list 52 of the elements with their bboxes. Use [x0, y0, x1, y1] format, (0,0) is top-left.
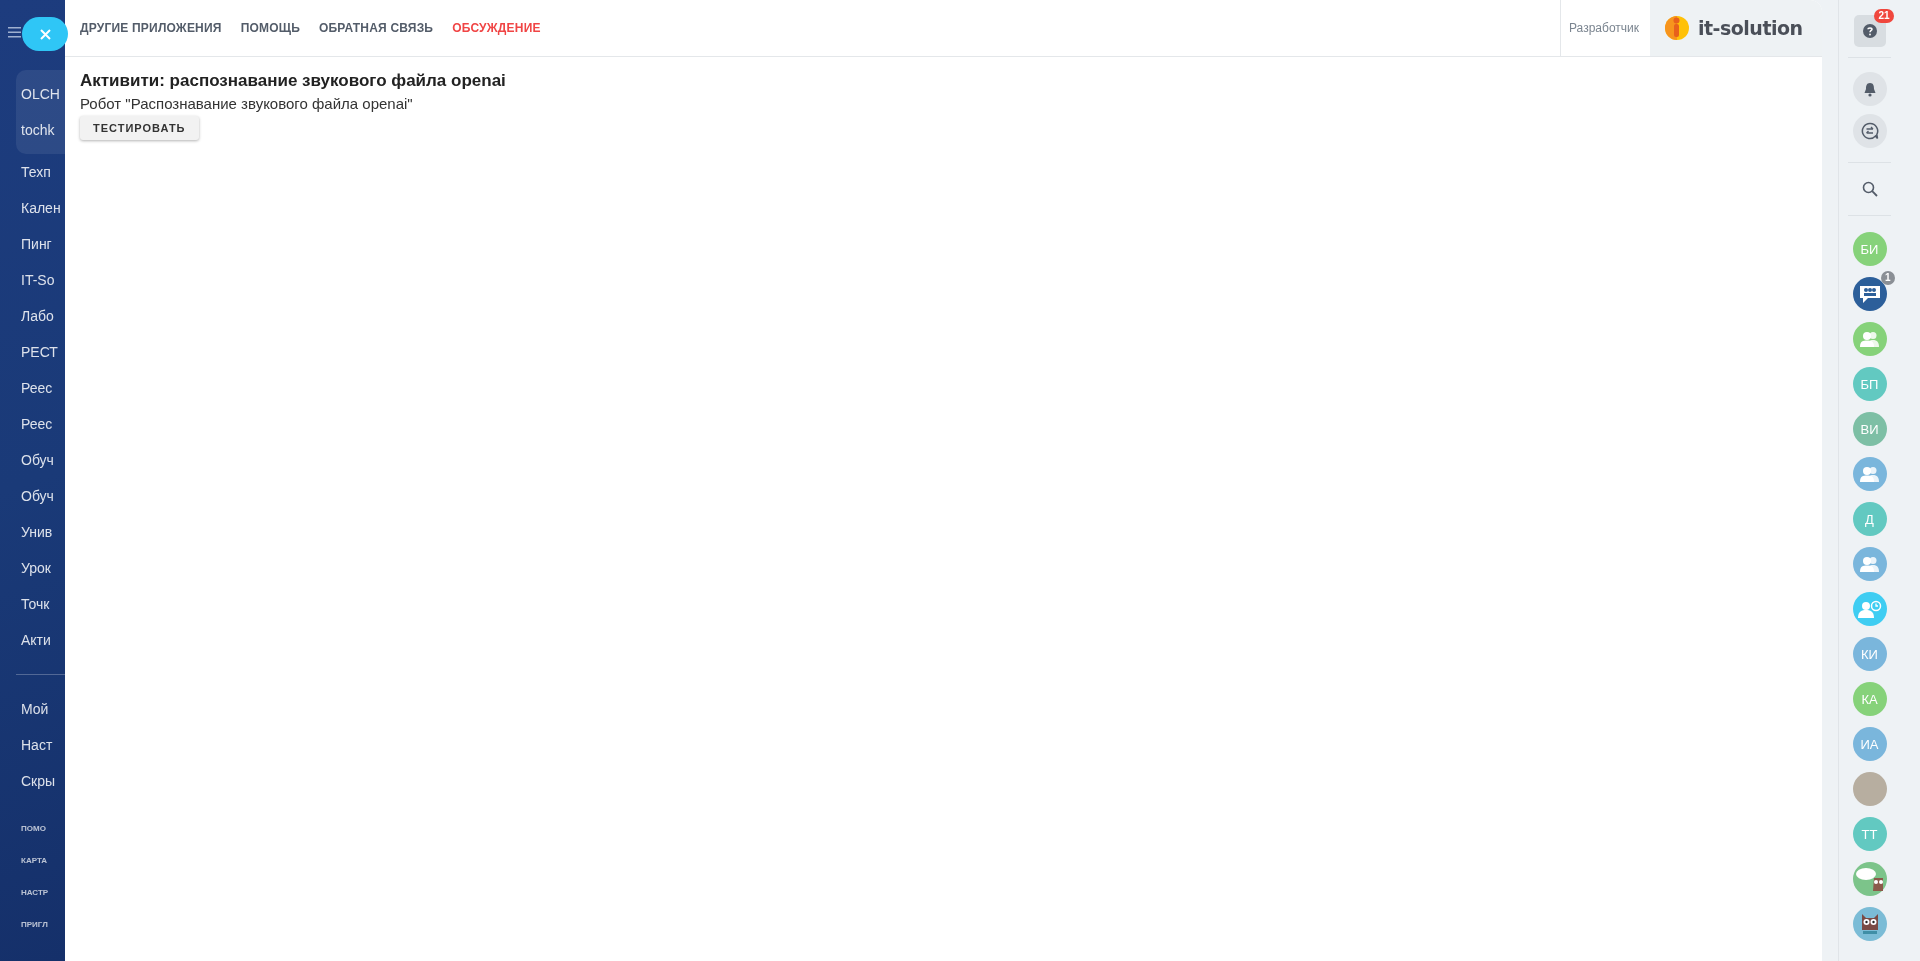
menu-item[interactable]: Унив: [0, 514, 65, 550]
menu-item[interactable]: Пинг: [0, 226, 65, 262]
menu-item[interactable]: Обуч: [0, 442, 65, 478]
menu-item[interactable]: Лабо: [0, 298, 65, 334]
menu-item[interactable]: Реес: [0, 370, 65, 406]
chat-people-icon: [1857, 284, 1882, 304]
test-button[interactable]: ТЕСТИРОВАТЬ: [80, 116, 199, 140]
menu-item[interactable]: Урок: [0, 550, 65, 586]
owl-speech-bubble-icon: [1854, 866, 1885, 892]
help-icon: [1862, 24, 1877, 38]
menu-item[interactable]: Скры: [0, 763, 65, 799]
menu-icon[interactable]: [8, 27, 21, 38]
top-menu-link[interactable]: ОБРАТНАЯ СВЯЗЬ: [319, 21, 434, 35]
menu-item[interactable]: Точк: [0, 586, 65, 622]
menu-item[interactable]: Обуч: [0, 478, 65, 514]
page-subtitle: Робот "Распознавание звукового файла openai": [80, 95, 414, 112]
page-title: Активити: распознавание звукового файла openai: [80, 71, 507, 91]
footer-link[interactable]: ПОМО: [0, 813, 65, 845]
footer-link[interactable]: ПРИГЛ: [0, 909, 65, 941]
contact-avatar[interactable]: [1852, 862, 1887, 896]
menu-item[interactable]: IT-So: [0, 262, 65, 298]
unread-badge: 1: [1880, 271, 1895, 285]
logo-icon: [1664, 15, 1690, 41]
group-chat-avatar[interactable]: [1852, 277, 1887, 311]
close-icon: [39, 28, 51, 40]
people-icon: [1859, 466, 1880, 482]
owl-icon: [1859, 912, 1880, 936]
menu-item[interactable]: OLCH: [16, 76, 65, 112]
footer-link[interactable]: НАСТР: [0, 877, 65, 909]
footer-link[interactable]: КАРТА: [0, 845, 65, 877]
notifications-button[interactable]: [1852, 72, 1887, 106]
top-menu-link[interactable]: ПОМОЩЬ: [240, 21, 300, 35]
user-clock-icon: [1857, 600, 1882, 618]
menu-item[interactable]: Реес: [0, 406, 65, 442]
menu-item[interactable]: Мой: [0, 691, 65, 727]
logo-text: it-solution: [1698, 17, 1803, 39]
chat-button[interactable]: [1852, 114, 1887, 148]
top-menu-link[interactable]: ДРУГИЕ ПРИЛОЖЕНИЯ: [80, 21, 222, 35]
menu-item[interactable]: Техп: [0, 154, 65, 190]
menu-item[interactable]: Кален: [0, 190, 65, 226]
contact-avatar[interactable]: [1852, 907, 1887, 941]
menu-item[interactable]: Наст: [0, 727, 65, 763]
bell-icon: [1862, 81, 1877, 97]
search-icon: [1861, 181, 1878, 197]
menu-item[interactable]: РЕСТ: [0, 334, 65, 370]
people-icon: [1859, 331, 1880, 347]
people-icon: [1859, 556, 1880, 572]
menu-item[interactable]: Акти: [0, 622, 65, 658]
menu-item[interactable]: tochk: [16, 112, 65, 148]
chat-arrows-icon: [1860, 122, 1879, 140]
notification-badge: 21: [1874, 9, 1894, 23]
top-menu-link[interactable]: ОБСУЖДЕНИЕ: [452, 21, 541, 35]
